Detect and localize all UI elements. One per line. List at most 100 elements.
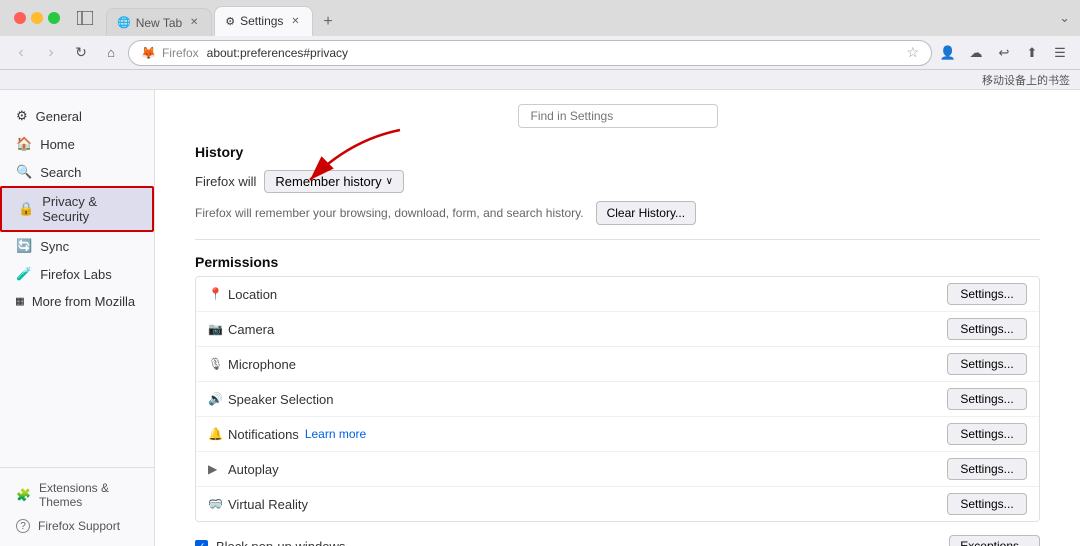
main-content: History Firefox will Remember history ∨ … xyxy=(155,90,1080,546)
history-row: Firefox will Remember history ∨ xyxy=(195,170,1040,193)
permission-row-autoplay: ▶ Autoplay Settings... xyxy=(196,452,1039,487)
history-description: Firefox will remember your browsing, dow… xyxy=(195,206,584,220)
back-button[interactable]: ‹ xyxy=(8,40,34,66)
find-settings-input[interactable] xyxy=(518,104,718,128)
home-button[interactable]: ⌂ xyxy=(98,40,124,66)
speaker-label: Speaker Selection xyxy=(228,392,947,407)
general-icon: ⚙ xyxy=(16,108,28,124)
autoplay-settings-button[interactable]: Settings... xyxy=(947,458,1027,480)
clear-history-button[interactable]: Clear History... xyxy=(596,201,696,225)
sidebar-item-sync-label: Sync xyxy=(40,239,69,254)
permission-row-vr: 🥽 Virtual Reality Settings... xyxy=(196,487,1039,521)
address-star[interactable]: ☆ xyxy=(906,44,919,61)
microphone-label: Microphone xyxy=(228,357,947,372)
location-settings-button[interactable]: Settings... xyxy=(947,283,1027,305)
checkbox-check-icon: ✓ xyxy=(198,541,206,546)
sidebar-item-general[interactable]: ⚙ General xyxy=(0,102,154,130)
undo-icon[interactable]: ↩ xyxy=(992,41,1016,65)
permission-row-microphone: 🎙 Microphone Settings... xyxy=(196,347,1039,382)
tabs-container: 🌐 New Tab ✕ ⚙ Settings ✕ + xyxy=(106,0,341,36)
vr-settings-button[interactable]: Settings... xyxy=(947,493,1027,515)
microphone-icon: 🎙 xyxy=(208,357,228,371)
mozilla-icon: ▦ xyxy=(16,294,24,309)
sidebar-item-home[interactable]: 🏠 Home xyxy=(0,130,154,158)
firefox-labs-icon: 🧪 xyxy=(16,266,32,282)
permission-row-notifications: 🔔 Notifications Learn more Settings... xyxy=(196,417,1039,452)
speaker-settings-button[interactable]: Settings... xyxy=(947,388,1027,410)
tab-settings-label: Settings xyxy=(240,14,283,28)
notifications-label: Notifications xyxy=(228,427,299,442)
close-button[interactable] xyxy=(14,12,26,24)
vr-label: Virtual Reality xyxy=(228,497,947,512)
menu-icon[interactable]: ☰ xyxy=(1048,41,1072,65)
sidebar-panel-icon[interactable] xyxy=(72,5,98,31)
history-section: History Firefox will Remember history ∨ … xyxy=(195,144,1040,225)
address-bar[interactable]: 🦊 Firefox about:preferences#privacy ☆ xyxy=(128,40,932,66)
history-dropdown[interactable]: Remember history ∨ xyxy=(264,170,404,193)
window-hide-icon[interactable]: ⌄ xyxy=(1059,10,1070,26)
notifications-icon: 🔔 xyxy=(208,427,228,441)
account-icon[interactable]: 👤 xyxy=(936,41,960,65)
browser-chrome: 🌐 New Tab ✕ ⚙ Settings ✕ + ⌄ ‹ › ↻ ⌂ 🦊 F… xyxy=(0,0,1080,90)
tab-settings[interactable]: ⚙ Settings ✕ xyxy=(214,6,313,36)
page-wrapper: ⚙ General 🏠 Home 🔍 Search 🔒 Privacy & Se… xyxy=(0,90,1080,546)
tab-settings-close[interactable]: ✕ xyxy=(288,14,302,28)
sidebar-item-firefox-labs[interactable]: 🧪 Firefox Labs xyxy=(0,260,154,288)
bookmark-bar-text[interactable]: 移动设备上的书签 xyxy=(982,72,1070,88)
address-scheme: Firefox xyxy=(162,46,199,60)
minimize-button[interactable] xyxy=(31,12,43,24)
sidebar-item-extensions-label: Extensions & Themes xyxy=(39,481,138,509)
history-title: History xyxy=(195,144,1040,160)
sidebar-item-general-label: General xyxy=(36,109,82,124)
maximize-button[interactable] xyxy=(48,12,60,24)
sidebar-item-search[interactable]: 🔍 Search xyxy=(0,158,154,186)
new-tab-button[interactable]: + xyxy=(315,8,340,36)
block-popup-label: Block pop-up windows xyxy=(216,539,941,546)
microphone-settings-button[interactable]: Settings... xyxy=(947,353,1027,375)
location-label: Location xyxy=(228,287,947,302)
checkbox-row-popup: ✓ Block pop-up windows Exceptions... xyxy=(195,530,1040,546)
sidebar-item-labs-label: Firefox Labs xyxy=(40,267,112,282)
sidebar-item-extensions[interactable]: 🧩 Extensions & Themes xyxy=(0,476,154,514)
sidebar-item-mozilla[interactable]: ▦ More from Mozilla xyxy=(0,288,154,315)
sidebar-item-home-label: Home xyxy=(40,137,75,152)
sidebar-item-support-label: Firefox Support xyxy=(38,519,120,533)
permissions-title: Permissions xyxy=(195,254,1040,270)
autoplay-icon: ▶ xyxy=(208,462,228,476)
sync-icon[interactable]: ☁ xyxy=(964,41,988,65)
tab-new-tab-close[interactable]: ✕ xyxy=(187,16,201,30)
autoplay-label: Autoplay xyxy=(228,462,947,477)
notifications-settings-button[interactable]: Settings... xyxy=(947,423,1027,445)
title-bar: 🌐 New Tab ✕ ⚙ Settings ✕ + ⌄ xyxy=(0,0,1080,36)
history-dropdown-arrow: ∨ xyxy=(386,176,393,187)
address-favicon: 🦊 xyxy=(141,46,156,60)
block-popup-checkbox[interactable]: ✓ xyxy=(195,540,208,546)
privacy-icon: 🔒 xyxy=(18,201,34,217)
address-url: about:preferences#privacy xyxy=(207,46,348,60)
firefox-will-label: Firefox will xyxy=(195,174,256,189)
sidebar-item-sync[interactable]: 🔄 Sync xyxy=(0,232,154,260)
permissions-list: 📍 Location Settings... 📷 Camera Settings… xyxy=(195,276,1040,522)
traffic-lights xyxy=(10,12,72,24)
sidebar-item-privacy[interactable]: 🔒 Privacy & Security xyxy=(0,186,154,232)
window-controls: ⌄ xyxy=(1059,10,1070,26)
location-icon: 📍 xyxy=(208,287,228,301)
history-dropdown-value: Remember history xyxy=(275,174,381,189)
find-bar xyxy=(195,104,1040,128)
extensions-icon: 🧩 xyxy=(16,488,31,502)
sidebar: ⚙ General 🏠 Home 🔍 Search 🔒 Privacy & Se… xyxy=(0,90,155,546)
reload-button[interactable]: ↻ xyxy=(68,40,94,66)
forward-button[interactable]: › xyxy=(38,40,64,66)
tab-new-tab[interactable]: 🌐 New Tab ✕ xyxy=(106,8,212,36)
popup-exceptions-button[interactable]: Exceptions... xyxy=(949,535,1040,546)
tab-new-tab-label: New Tab xyxy=(136,16,182,30)
upload-icon[interactable]: ⬆ xyxy=(1020,41,1044,65)
sidebar-item-privacy-label: Privacy & Security xyxy=(42,194,136,224)
permission-row-location: 📍 Location Settings... xyxy=(196,277,1039,312)
notifications-learn-more[interactable]: Learn more xyxy=(305,427,947,441)
sidebar-item-support[interactable]: ? Firefox Support xyxy=(0,514,154,538)
search-icon: 🔍 xyxy=(16,164,32,180)
permission-row-speaker: 🔊 Speaker Selection Settings... xyxy=(196,382,1039,417)
camera-settings-button[interactable]: Settings... xyxy=(947,318,1027,340)
support-icon: ? xyxy=(16,519,30,533)
